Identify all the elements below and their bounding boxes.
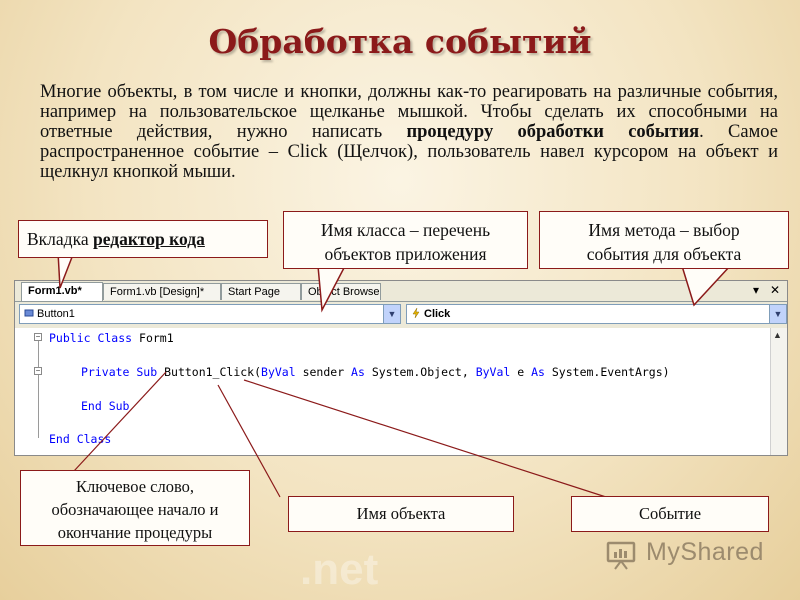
method-dropdown-value: Click	[424, 308, 451, 320]
tab-form1-design[interactable]: Form1.vb [Design]*	[103, 283, 221, 300]
collapse-sub-icon[interactable]: −	[34, 367, 42, 375]
code-line-end-class: End Class	[49, 432, 112, 446]
method-name-dropdown[interactable]: Click ▼	[406, 304, 787, 324]
collapse-class-icon[interactable]: −	[34, 333, 42, 341]
slide-title: Обработка событий	[208, 22, 592, 61]
class-name-dropdown[interactable]: Button1 ▼	[19, 304, 401, 324]
vertical-scrollbar[interactable]: ▲	[770, 328, 787, 455]
intro-bold-term: процедуру обработки события	[406, 122, 700, 142]
control-icon	[24, 309, 34, 317]
editor-tab-bar: Form1.vb* Form1.vb [Design]* Start Page …	[15, 281, 787, 302]
watermark-text: .net	[300, 545, 379, 594]
callout-code-editor-tab: Вкладка редактор кода	[18, 220, 268, 258]
callout-method-name: Имя метода – выбор события для объекта	[539, 211, 789, 269]
tab-list-dropdown-icon[interactable]: ▾	[753, 283, 759, 297]
callout-keyword: Ключевое слово, обозначающее начало и окон…	[20, 470, 250, 546]
code-line-end-sub: End Sub	[81, 399, 130, 413]
tab-start-page[interactable]: Start Page	[221, 283, 301, 300]
code-line-sub: Private Sub Button1_Click(ByVal sender A…	[81, 365, 670, 379]
logo-text: MyShared	[646, 538, 764, 566]
event-lightning-icon	[412, 308, 420, 318]
close-icon[interactable]: ✕	[770, 283, 780, 297]
chevron-down-icon[interactable]: ▼	[769, 305, 786, 323]
callout-event: Событие	[571, 496, 769, 532]
tab-object-browser[interactable]: Object Browser	[301, 283, 381, 300]
code-area[interactable]: − − Public Class Form1 Private Sub Butto…	[15, 328, 787, 455]
callout-class-name: Имя класса – перечень объектов приложения	[283, 211, 528, 269]
class-dropdown-value: Button1	[37, 308, 75, 320]
editor-dropdown-bar: Button1 ▼ Click ▼	[15, 302, 787, 328]
code-editor-window: Form1.vb* Form1.vb [Design]* Start Page …	[14, 280, 788, 456]
code-line-class: Public Class Form1	[49, 331, 174, 345]
callout-object-name: Имя объекта	[288, 496, 514, 532]
chevron-down-icon[interactable]: ▼	[383, 305, 400, 323]
tab-form1-vb[interactable]: Form1.vb*	[21, 282, 103, 301]
presentation-board-icon	[606, 541, 636, 570]
outline-line	[38, 340, 39, 438]
outline-gutter: − −	[15, 328, 45, 455]
scroll-up-icon[interactable]: ▲	[773, 330, 782, 340]
intro-paragraph: Многие объекты, в том числе и кнопки, до…	[40, 82, 778, 182]
